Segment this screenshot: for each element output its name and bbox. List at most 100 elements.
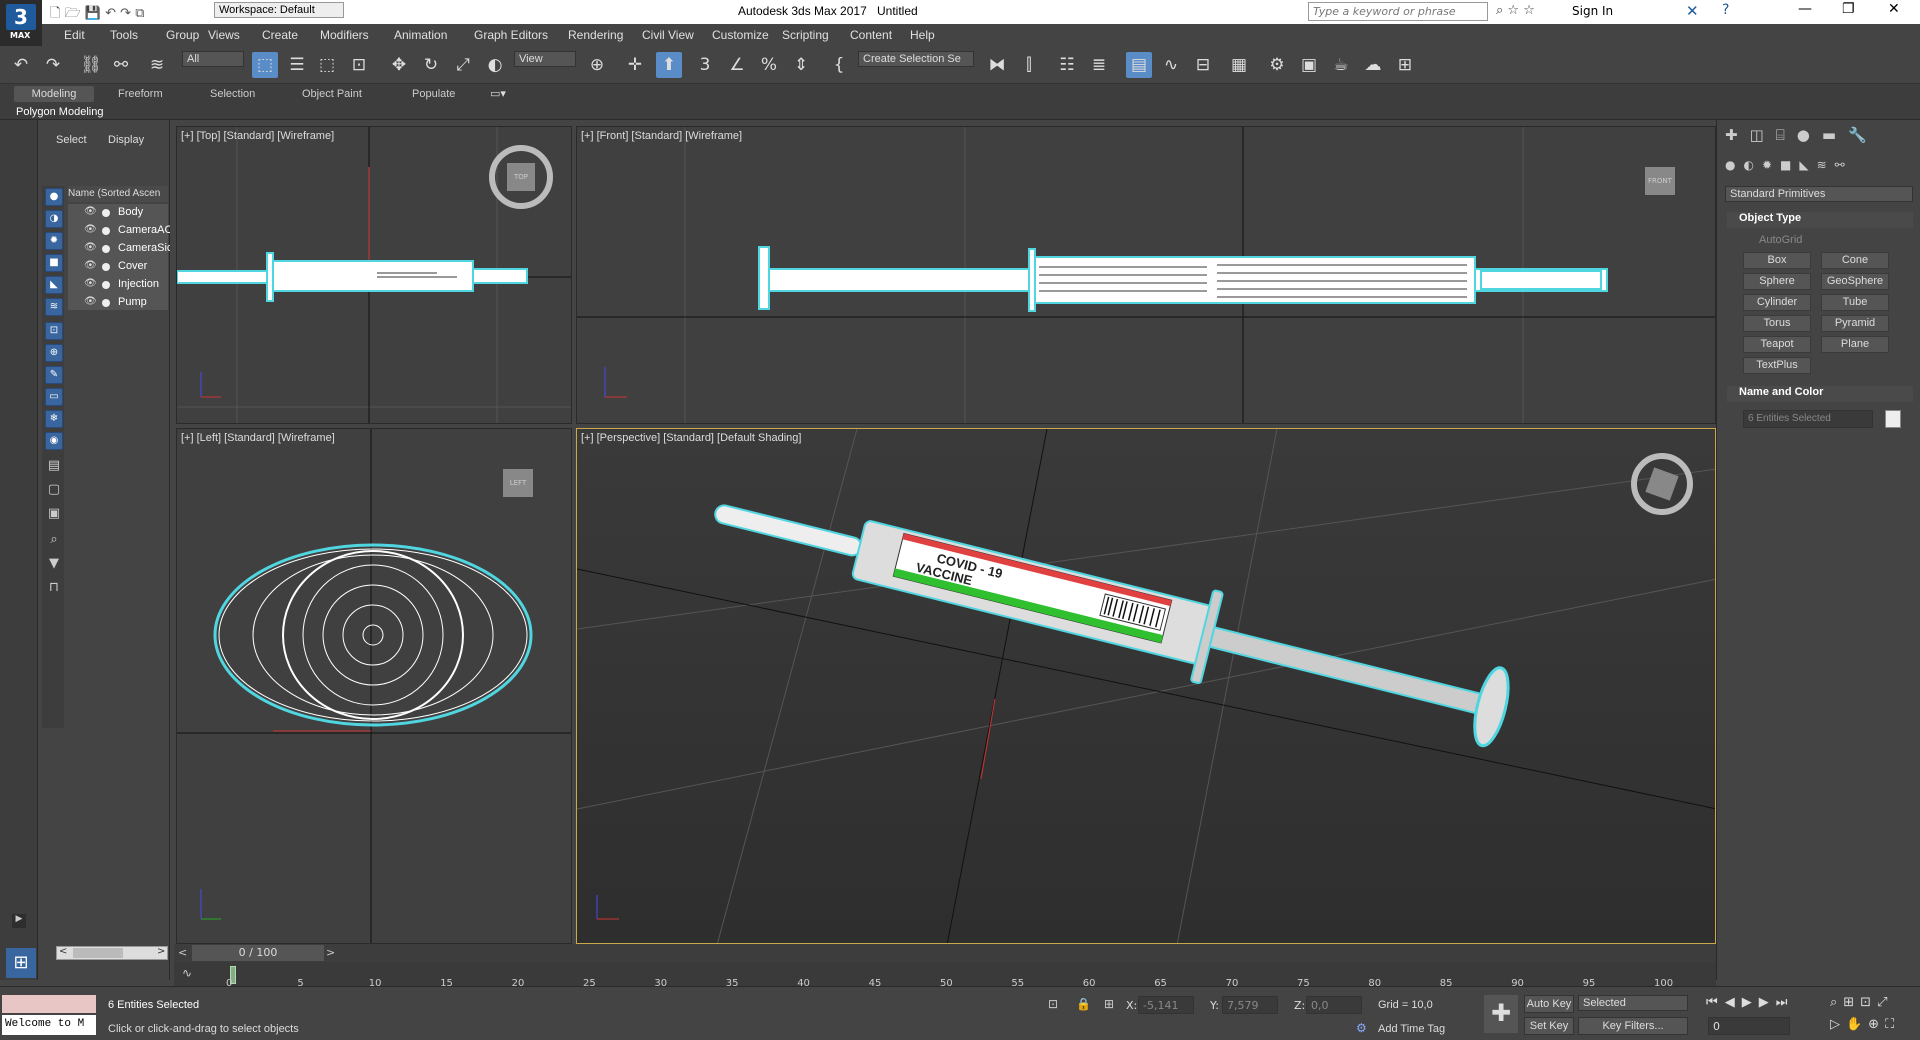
scene-item[interactable]: 👁 Body [82, 204, 170, 222]
menu-edit[interactable]: Edit [64, 28, 85, 42]
set-keys-icon[interactable]: ✚ [1484, 995, 1518, 1033]
bind-space-warp-icon[interactable]: ≋ [144, 52, 170, 78]
scene-list-header[interactable]: Name (Sorted Ascen [68, 186, 168, 202]
app-logo[interactable]: 3 MAX [0, 0, 42, 46]
display-hidden-icon[interactable]: ◉ [45, 432, 63, 450]
viewport-top[interactable]: [+] [Top] [Standard] [Wireframe] TOP [176, 126, 572, 424]
search-tools-icons[interactable]: ⌕ ☆ ☆ [1496, 3, 1535, 18]
named-selection-set-dropdown[interactable]: Create Selection Se [858, 51, 974, 67]
percent-snap-icon[interactable]: % [756, 52, 782, 78]
help-icon[interactable]: ? [1722, 2, 1729, 18]
search-input[interactable]: Type a keyword or phrase [1308, 2, 1488, 21]
tab-selection[interactable]: Selection [210, 88, 255, 100]
display-frozen-icon[interactable]: ❄ [45, 410, 63, 428]
primitive-teapot-button[interactable]: Teapot [1743, 336, 1811, 353]
visibility-eye-icon[interactable]: 👁 [84, 206, 97, 217]
display-invert-icon[interactable]: ▣ [45, 506, 63, 524]
selection-filter[interactable]: All [182, 51, 244, 67]
schematic-view-icon[interactable]: ⊟ [1190, 52, 1216, 78]
workspace-dropdown[interactable]: Workspace: Default [214, 2, 344, 18]
display-xrefs-icon[interactable]: ⊕ [45, 344, 63, 362]
polygon-modeling-panel[interactable]: Polygon Modeling [16, 106, 103, 118]
y-coordinate-field[interactable]: 7,579 [1222, 996, 1278, 1014]
material-editor-icon[interactable]: ▦ [1226, 52, 1252, 78]
link-icon[interactable]: ⛓ [78, 52, 104, 78]
display-geometry-icon[interactable]: ● [45, 188, 63, 206]
display-bones-icon[interactable]: ✎ [45, 366, 63, 384]
time-slider-next[interactable]: > [326, 946, 335, 959]
menu-tools[interactable]: Tools [110, 28, 138, 42]
angle-snap-icon[interactable]: ∠ [724, 52, 750, 78]
auto-key-button[interactable]: Auto Key [1524, 995, 1574, 1013]
curve-editor-icon[interactable]: ∿ [1158, 52, 1184, 78]
rectangular-selection-icon[interactable]: ⬚ [314, 52, 340, 78]
maxscript-input[interactable]: Welcome to M [2, 1015, 96, 1035]
primitive-pyramid-button[interactable]: Pyramid [1821, 315, 1889, 332]
visibility-eye-icon[interactable]: 👁 [84, 224, 97, 235]
key-mode-dropdown[interactable]: Selected [1578, 995, 1688, 1011]
playback-controls[interactable]: ⏮◀▶▶⏭ [1706, 995, 1794, 1010]
scale-icon[interactable]: ⤢ [450, 52, 476, 78]
display-helpers-icon[interactable]: ◣ [45, 276, 63, 294]
time-tag-icon[interactable]: ⚙ [1356, 1021, 1367, 1035]
primitive-textplus-button[interactable]: TextPlus [1743, 357, 1811, 374]
unlink-icon[interactable]: ⚯ [108, 52, 134, 78]
minimize-button[interactable]: — [1798, 1, 1812, 17]
command-panel-tabs[interactable]: ✚◫⌸●▬🔧 [1725, 126, 1915, 146]
spinner-snap-icon[interactable]: ⇕ [788, 52, 814, 78]
menu-civil-view[interactable]: Civil View [642, 28, 694, 42]
rotate-icon[interactable]: ↻ [418, 52, 444, 78]
viewport-nav-controls-2[interactable]: ▷✋⊕⛶ [1830, 1017, 1900, 1032]
undo-icon[interactable]: ↶ [8, 52, 34, 78]
menu-rendering[interactable]: Rendering [568, 28, 623, 42]
time-slider[interactable]: < 0 / 100 > [174, 944, 1716, 962]
primitive-torus-button[interactable]: Torus [1743, 315, 1811, 332]
tab-display[interactable]: Display [108, 134, 144, 146]
restore-button[interactable]: ❐ [1842, 1, 1855, 17]
ribbon-toggle-icon[interactable]: ▤ [1126, 52, 1152, 78]
pivot-center-icon[interactable]: ⊕ [584, 52, 610, 78]
display-cameras-icon[interactable]: ■ [45, 254, 63, 272]
viewcube-top[interactable]: TOP [489, 145, 553, 209]
tab-select[interactable]: Select [56, 134, 87, 146]
primitive-cone-button[interactable]: Cone [1821, 252, 1889, 269]
menu-graph-editors[interactable]: Graph Editors [474, 28, 548, 42]
close-button[interactable]: ✕ [1888, 1, 1900, 17]
rendered-frame-window-icon[interactable]: ▣ [1296, 52, 1322, 78]
mirror-icon[interactable]: ⧓ [984, 52, 1010, 78]
visibility-eye-icon[interactable]: 👁 [84, 242, 97, 253]
tab-freeform[interactable]: Freeform [118, 88, 163, 100]
display-groups-icon[interactable]: ⊡ [45, 322, 63, 340]
render-cloud-icon[interactable]: ☁ [1360, 52, 1386, 78]
quick-access-icons[interactable]: 🗋 🗁 💾 ↶ ↷ ⧉ [50, 4, 145, 26]
primitive-geosphere-button[interactable]: GeoSphere [1821, 273, 1889, 290]
scene-item[interactable]: 👁 CameraAC [82, 222, 170, 240]
mini-curve-icon[interactable]: ∿ [182, 966, 192, 980]
maxscript-listener-mini[interactable] [2, 995, 96, 1013]
ribbon-options-icon[interactable]: ▭▾ [490, 87, 506, 100]
add-time-tag[interactable]: Add Time Tag [1378, 1023, 1445, 1035]
select-object-icon[interactable]: ⬚ [252, 52, 278, 78]
viewport-front[interactable]: [+] [Front] [Standard] [Wireframe] FRONT [576, 126, 1716, 424]
viewport-left[interactable]: [+] [Left] [Standard] [Wireframe] LEFT [176, 428, 572, 944]
absolute-mode-icon[interactable]: ⊞ [1104, 997, 1114, 1011]
scene-item[interactable]: 👁 Injection [82, 276, 170, 294]
viewport-nav-controls[interactable]: ⌕⊞⊡⤢ [1830, 995, 1893, 1010]
menu-customize[interactable]: Customize [712, 28, 769, 42]
viewcube-perspective[interactable] [1631, 453, 1693, 515]
viewport-layout-icon[interactable]: ⊞ [6, 948, 36, 978]
tab-modeling[interactable]: Modeling [14, 86, 94, 102]
visibility-eye-icon[interactable]: 👁 [84, 278, 97, 289]
display-shapes-icon[interactable]: ◑ [45, 210, 63, 228]
tab-populate[interactable]: Populate [412, 88, 455, 100]
align-icon[interactable]: ⫿ [1016, 52, 1042, 78]
menu-scripting[interactable]: Scripting [782, 28, 829, 42]
scene-item[interactable]: 👁 Cover [82, 258, 170, 276]
selection-lock-icon[interactable]: 🔒 [1076, 997, 1091, 1011]
key-filters-button[interactable]: Key Filters... [1578, 1017, 1688, 1035]
menu-create[interactable]: Create [262, 28, 298, 42]
scene-explorer-scrollbar[interactable]: < > [56, 946, 168, 960]
viewcube-left[interactable]: LEFT [503, 469, 533, 497]
set-key-button[interactable]: Set Key [1524, 1017, 1574, 1035]
primitive-type-dropdown[interactable]: Standard Primitives [1725, 186, 1913, 202]
